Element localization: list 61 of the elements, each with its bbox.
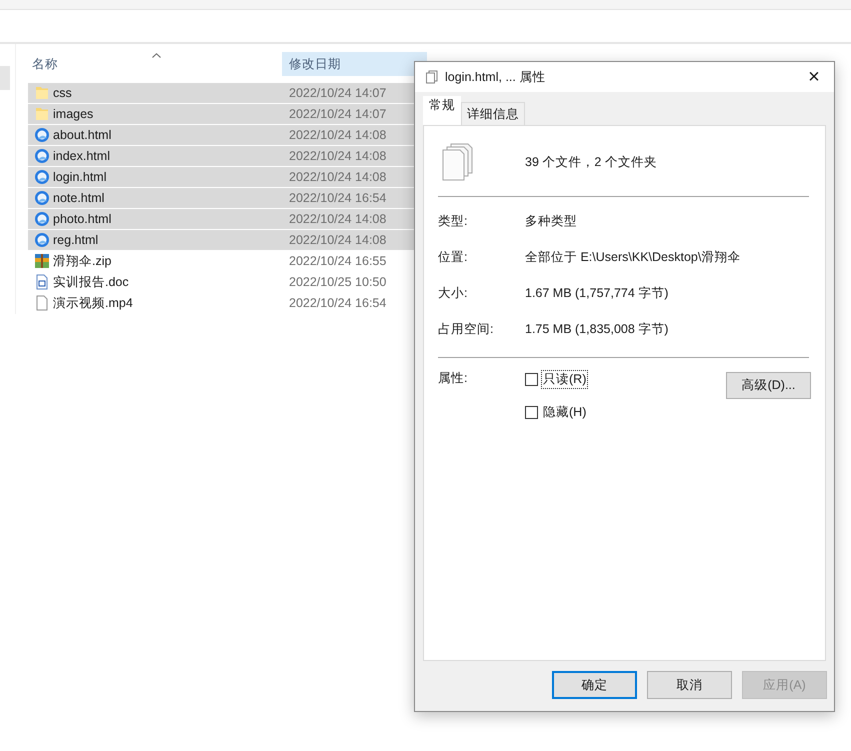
file-date: 2022/10/24 14:07 — [289, 86, 386, 100]
advanced-button[interactable]: 高级(D)... — [726, 372, 811, 399]
file-date: 2022/10/24 14:08 — [289, 128, 386, 142]
file-date: 2022/10/24 14:08 — [289, 149, 386, 163]
file-name: reg.html — [53, 233, 100, 247]
file-date: 2022/10/24 14:07 — [289, 107, 386, 121]
file-date: 2022/10/24 16:54 — [289, 191, 386, 205]
checkbox[interactable] — [525, 406, 538, 419]
browser-icon — [34, 127, 50, 143]
selection-summary: 39 个文件，2 个文件夹 — [525, 154, 657, 170]
file-row[interactable]: 实训报告.doc 2022/10/25 10:50 — [28, 272, 428, 292]
dialog-button[interactable]: 确定 — [552, 671, 637, 699]
file-name: note.html — [53, 191, 106, 205]
archive-icon — [34, 253, 50, 269]
property-label: 类型: — [438, 213, 468, 230]
dialog-button[interactable]: 取消 — [647, 671, 732, 699]
column-header[interactable]: 名称 — [28, 52, 282, 76]
property-label: 位置: — [438, 249, 468, 266]
browser-icon — [34, 232, 50, 248]
file-name: 实训报告.doc — [53, 274, 130, 290]
file-row[interactable]: 滑翔伞.zip 2022/10/24 16:55 — [28, 251, 428, 271]
file-date: 2022/10/24 14:08 — [289, 233, 386, 247]
file-name: photo.html — [53, 212, 112, 226]
property-label: 属性: — [438, 370, 468, 387]
checkbox[interactable] — [525, 373, 538, 386]
close-button[interactable]: × — [794, 66, 834, 88]
file-name: images — [53, 107, 94, 121]
file-name: login.html — [53, 170, 108, 184]
file-date: 2022/10/24 14:08 — [289, 212, 386, 226]
browser-icon — [34, 211, 50, 227]
file-icon — [34, 295, 50, 311]
file-date: 2022/10/24 16:55 — [289, 254, 386, 268]
browser-icon — [34, 190, 50, 206]
file-name: css — [53, 86, 73, 100]
checkbox-label[interactable]: 隐藏(H) — [541, 403, 588, 422]
file-date: 2022/10/24 16:54 — [289, 296, 386, 310]
sort-caret-icon — [152, 53, 161, 58]
window-title: login.html, ... 属性 — [445, 68, 546, 86]
property-value: 1.67 MB (1,757,774 字节) — [525, 285, 670, 302]
documents-icon — [425, 70, 439, 84]
file-name: index.html — [53, 149, 111, 163]
browser-icon — [34, 148, 50, 164]
checkbox-label[interactable]: 只读(R) — [541, 370, 588, 389]
property-label: 大小: — [438, 285, 468, 302]
file-date: 2022/10/24 14:08 — [289, 170, 386, 184]
tab[interactable]: 详细信息 — [461, 102, 525, 125]
file-name: 滑翔伞.zip — [53, 252, 112, 270]
tab[interactable]: 常规 — [423, 96, 461, 125]
document-icon — [34, 274, 50, 290]
browser-icon — [34, 169, 50, 185]
folder-icon — [34, 106, 50, 122]
folder-icon — [34, 85, 50, 101]
file-name: 演示视频.mp4 — [53, 294, 134, 312]
file-name: about.html — [53, 128, 112, 142]
property-label: 占用空间: — [438, 321, 494, 338]
property-value: 全部位于 E:\Users\KK\Desktop\滑翔伞 — [525, 249, 742, 266]
property-value: 1.75 MB (1,835,008 字节) — [525, 321, 670, 338]
file-row[interactable]: 演示视频.mp4 2022/10/24 16:54 — [28, 293, 428, 313]
property-value: 多种类型 — [525, 213, 578, 230]
column-header[interactable]: 修改日期 — [282, 52, 427, 76]
file-date: 2022/10/25 10:50 — [289, 275, 386, 289]
